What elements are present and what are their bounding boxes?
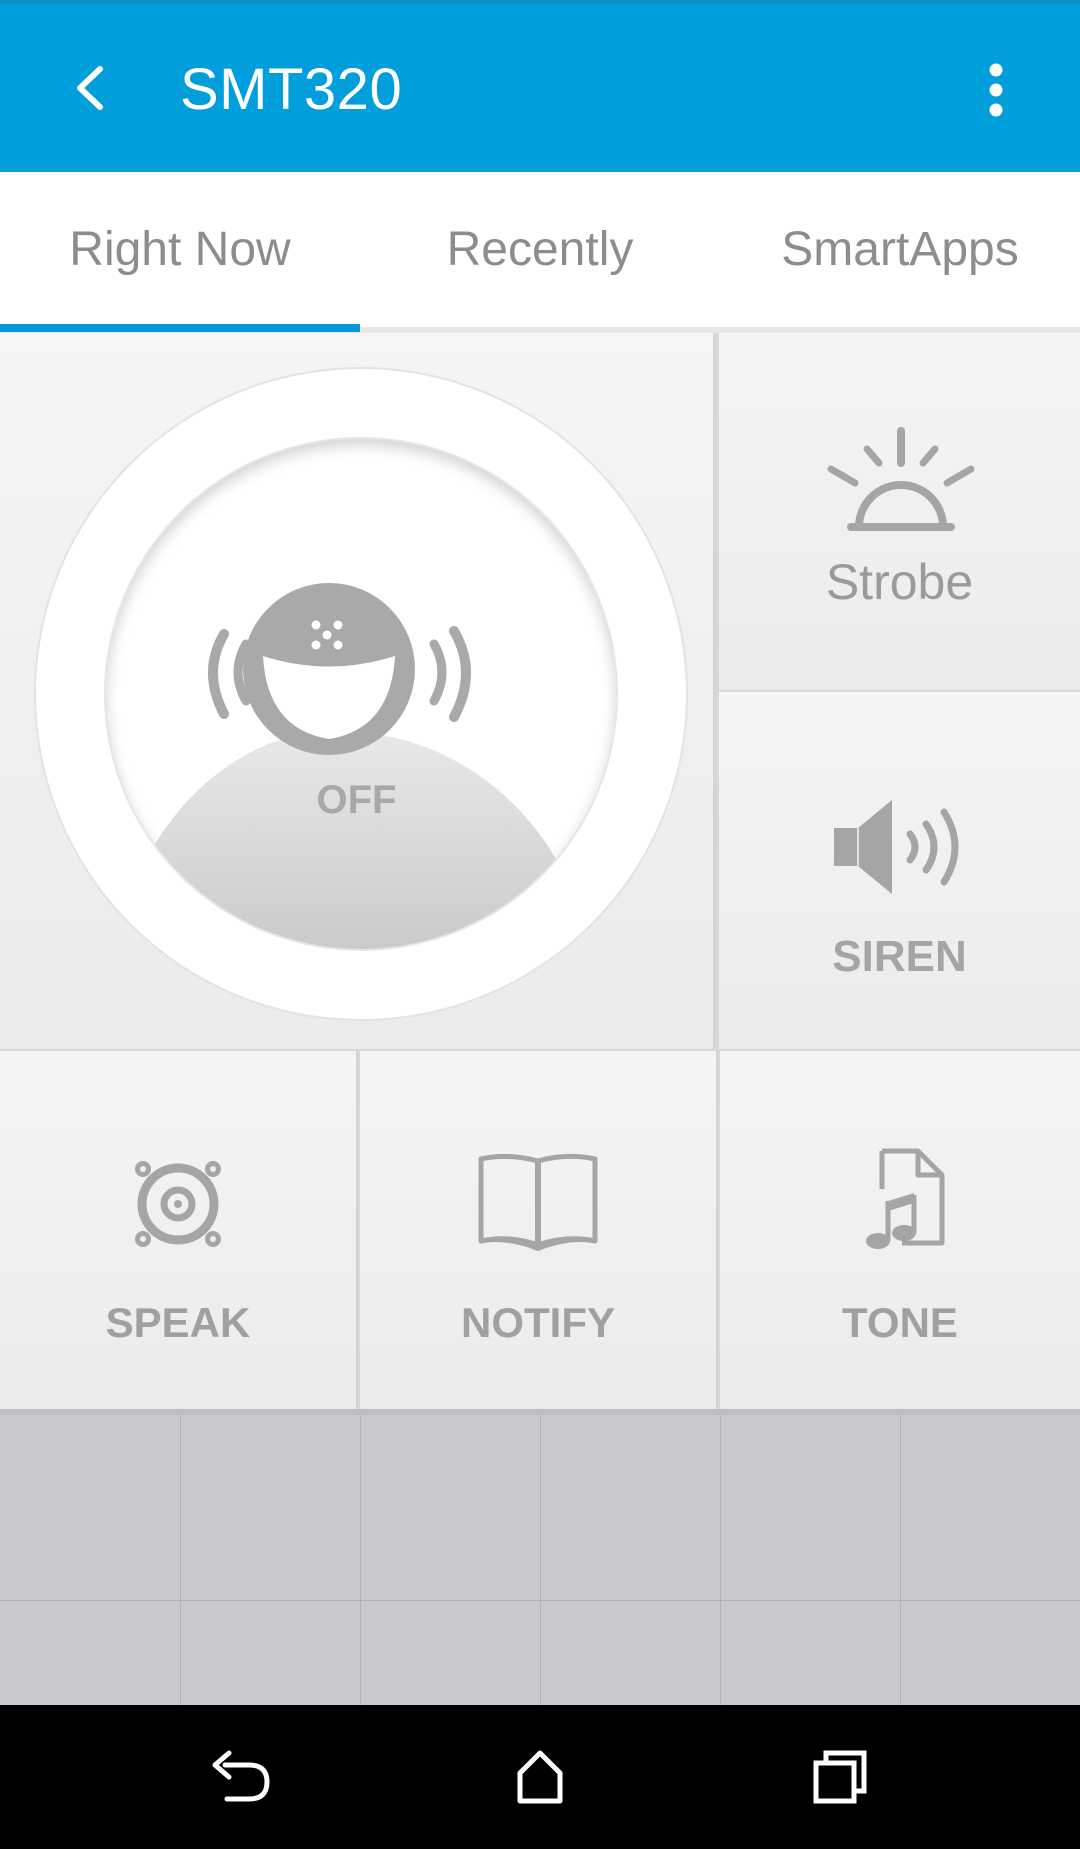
siren-label: SIREN (832, 932, 967, 981)
grid-divider (0, 1600, 1080, 1601)
nav-back-icon (212, 1750, 270, 1802)
strobe-icon (827, 427, 974, 531)
strobe-label: Strobe (825, 554, 974, 610)
more-vert-icon (989, 63, 1003, 117)
nav-back-button[interactable] (180, 1727, 300, 1827)
speak-tile[interactable]: SPEAK (0, 1051, 358, 1409)
overflow-menu-button[interactable] (966, 50, 1026, 130)
grid-divider (180, 1415, 181, 1711)
music-file-icon (866, 1148, 945, 1249)
notify-tile[interactable]: NOTIFY (360, 1051, 718, 1409)
nav-home-button[interactable] (480, 1727, 600, 1827)
grid-divider (540, 1415, 541, 1711)
nav-recents-icon (813, 1750, 867, 1804)
notify-label: NOTIFY (461, 1299, 615, 1346)
alarm-state-label: OFF (316, 778, 397, 822)
tone-label: TONE (842, 1299, 958, 1346)
grid-divider (360, 1415, 361, 1711)
alarm-person-icon (146, 583, 556, 949)
tone-tile[interactable]: TONE (720, 1051, 1080, 1409)
empty-tile-grid (0, 1409, 1080, 1711)
book-icon (478, 1153, 598, 1251)
grid-divider (720, 1415, 721, 1711)
alarm-dial[interactable] (36, 369, 686, 1019)
tab-right-now[interactable]: Right Now (0, 172, 360, 327)
tab-recently[interactable]: Recently (360, 172, 720, 327)
back-button[interactable] (52, 50, 128, 126)
speaker-icon (833, 800, 958, 894)
active-tab-indicator (0, 324, 360, 332)
tab-smartapps[interactable]: SmartApps (720, 172, 1080, 327)
siren-tile[interactable]: SIREN (719, 692, 1080, 1049)
app-title: SMT320 (180, 57, 403, 122)
system-nav-bar (0, 1705, 1080, 1849)
nav-home-icon (517, 1750, 563, 1804)
app-bar: SMT320 (0, 0, 1080, 172)
tab-bar: Right Now Recently SmartApps (0, 172, 1080, 333)
strobe-tile[interactable]: Strobe (719, 333, 1080, 690)
speaker-cone-icon (135, 1161, 221, 1247)
speak-label: SPEAK (105, 1299, 251, 1346)
nav-recents-button[interactable] (780, 1727, 900, 1827)
device-tiles: OFF Strobe SIREN SPEAK NOTIFY TONE (0, 333, 1080, 1409)
chevron-left-icon (77, 66, 103, 110)
grid-divider (900, 1415, 901, 1711)
alarm-main-tile[interactable]: OFF (0, 333, 716, 1049)
alarm-dial-face (106, 439, 616, 949)
